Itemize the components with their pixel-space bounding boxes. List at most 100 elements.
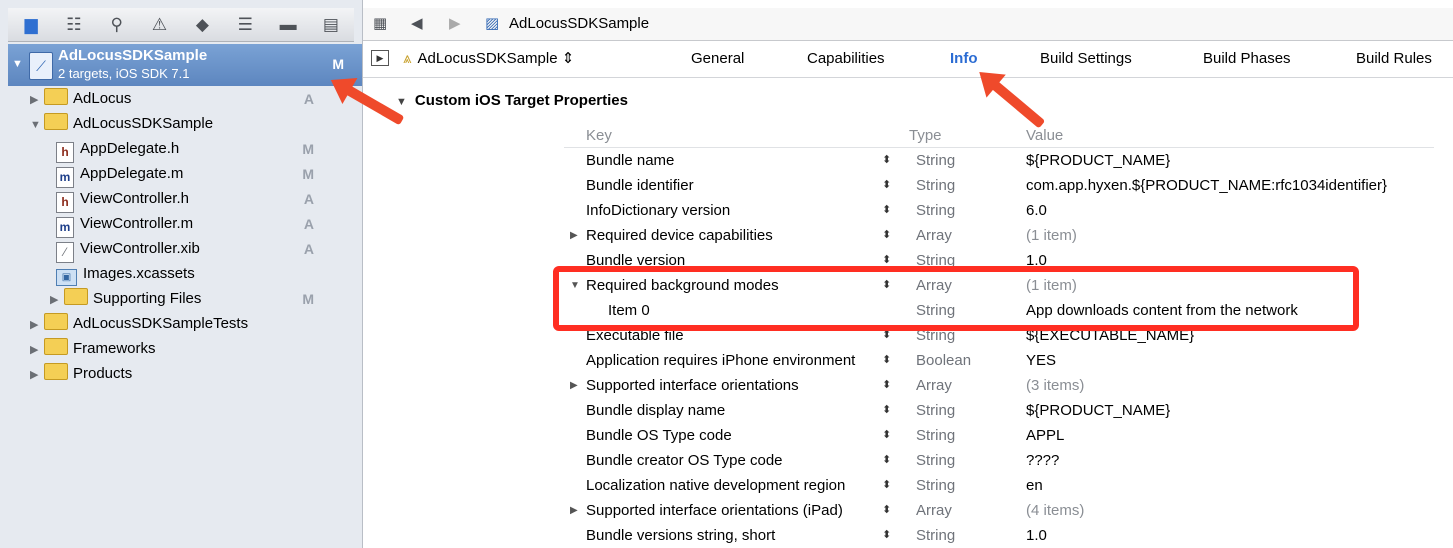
property-type[interactable]: Array <box>916 498 952 523</box>
property-row[interactable]: Bundle OS Type code ⬍ String APPL <box>564 423 1434 448</box>
jumpbar-project-crumb[interactable]: AdLocusSDKSample <box>509 8 649 40</box>
property-value[interactable]: ???? <box>1026 448 1059 473</box>
key-picker-stepper-icon[interactable]: ⬍ <box>882 198 891 223</box>
navigator-item[interactable]: m ViewController.m A <box>50 212 332 238</box>
property-type[interactable]: String <box>916 523 955 548</box>
navigator-item[interactable]: ▣ Images.xcassets <box>50 262 332 286</box>
property-value[interactable]: (4 items) <box>1026 498 1084 523</box>
property-key[interactable]: Bundle versions string, short <box>586 523 775 548</box>
disclosure-triangle-icon[interactable]: ▼ <box>12 58 23 70</box>
property-type[interactable]: String <box>916 173 955 198</box>
key-picker-stepper-icon[interactable]: ⬍ <box>882 523 891 548</box>
search-icon[interactable]: ⚲ <box>106 8 128 42</box>
tab-build-rules[interactable]: Build Rules <box>1356 41 1432 77</box>
key-picker-stepper-icon[interactable]: ⬍ <box>882 448 891 473</box>
property-key[interactable]: Bundle OS Type code <box>586 423 732 448</box>
navigator-item[interactable]: m AppDelegate.m M <box>50 162 332 188</box>
breakpoint-icon[interactable]: ▬ <box>277 8 299 42</box>
navigator-item[interactable]: ▶ AdLocusSDKSampleTests <box>30 312 332 336</box>
navigator-item[interactable]: h AppDelegate.h M <box>50 137 332 163</box>
collapsed-triangle-icon[interactable]: ▶ <box>570 498 578 523</box>
folder-icon[interactable]: ▆ <box>20 8 42 42</box>
hierarchy-icon[interactable]: ☷ <box>63 8 85 42</box>
custom-properties-section-header[interactable]: ▼ Custom iOS Target Properties <box>396 90 628 113</box>
property-value[interactable]: (3 items) <box>1026 373 1084 398</box>
key-picker-stepper-icon[interactable]: ⬍ <box>882 173 891 198</box>
property-value[interactable]: (1 item) <box>1026 223 1077 248</box>
property-row[interactable]: InfoDictionary version ⬍ String 6.0 <box>564 198 1434 223</box>
collapsed-triangle-icon[interactable]: ▶ <box>570 223 578 248</box>
log-icon[interactable]: ▤ <box>320 8 342 42</box>
property-key[interactable]: InfoDictionary version <box>586 198 730 223</box>
property-type[interactable]: String <box>916 148 955 173</box>
test-diamond-icon[interactable]: ◆ <box>191 8 213 42</box>
property-row[interactable]: Bundle creator OS Type code ⬍ String???? <box>564 448 1434 473</box>
forward-arrow-icon[interactable]: ▶ <box>449 8 461 40</box>
navigator-item[interactable]: ⁄ ViewController.xib A <box>50 237 332 263</box>
property-row[interactable]: Application requires iPhone environment ⬍… <box>564 348 1434 373</box>
property-value[interactable]: ${PRODUCT_NAME} <box>1026 398 1170 423</box>
warning-icon[interactable]: ⚠ <box>149 8 171 42</box>
target-selector[interactable]: ⩓ AdLocusSDKSample ⇕ <box>403 41 574 77</box>
property-row[interactable]: ▶ Supported interface orientations (iPad)… <box>564 498 1434 523</box>
toggle-targets-list-icon[interactable]: ▶ <box>371 50 389 66</box>
key-picker-stepper-icon[interactable]: ⬍ <box>882 348 891 373</box>
property-type[interactable]: Boolean <box>916 348 971 373</box>
collapsed-triangle-icon[interactable]: ▶ <box>30 88 44 112</box>
navigator-item[interactable]: h ViewController.h A <box>50 187 332 213</box>
property-type[interactable]: Array <box>916 223 952 248</box>
tab-build-phases[interactable]: Build Phases <box>1203 41 1291 77</box>
property-row[interactable]: Bundle versions string, short ⬍ String 1.0 <box>564 523 1434 548</box>
back-arrow-icon[interactable]: ◀ <box>411 8 423 40</box>
key-picker-stepper-icon[interactable]: ⬍ <box>882 398 891 423</box>
property-row[interactable]: Localization native development region ⬍ S… <box>564 473 1434 498</box>
property-key[interactable]: Bundle identifier <box>586 173 694 198</box>
property-value[interactable]: com.app.hyxen.${PRODUCT_NAME:rfc1034iden… <box>1026 173 1387 198</box>
collapsed-triangle-icon[interactable]: ▶ <box>30 313 44 337</box>
property-value[interactable]: YES <box>1026 348 1056 373</box>
property-type[interactable]: String <box>916 473 955 498</box>
tab-general[interactable]: General <box>691 41 744 77</box>
navigator-item[interactable]: ▶ Products <box>30 362 332 386</box>
tab-build-settings[interactable]: Build Settings <box>1040 41 1132 77</box>
key-picker-stepper-icon[interactable]: ⬍ <box>882 148 891 173</box>
property-value[interactable]: ${PRODUCT_NAME} <box>1026 148 1170 173</box>
property-row[interactable]: ▶ Required device capabilities ⬍ Array (1 it… <box>564 223 1434 248</box>
related-items-grid-icon[interactable]: ▦ <box>373 8 387 40</box>
property-value[interactable]: en <box>1026 473 1043 498</box>
property-key[interactable]: Bundle name <box>586 148 674 173</box>
key-picker-stepper-icon[interactable]: ⬍ <box>882 498 891 523</box>
property-type[interactable]: String <box>916 198 955 223</box>
collapsed-triangle-icon[interactable]: ▶ <box>570 373 578 398</box>
expanded-triangle-icon[interactable]: ▼ <box>30 113 44 137</box>
property-type[interactable]: String <box>916 398 955 423</box>
navigator-item[interactable]: ▶ Frameworks <box>30 337 332 361</box>
property-key[interactable]: Bundle display name <box>586 398 725 423</box>
project-root-row[interactable]: ▼ ⟋ AdLocusSDKSample 2 targets, iOS SDK … <box>8 44 362 86</box>
property-value[interactable]: 1.0 <box>1026 523 1047 548</box>
key-picker-stepper-icon[interactable]: ⬍ <box>882 473 891 498</box>
property-key[interactable]: Required device capabilities <box>586 223 773 248</box>
property-row[interactable]: Bundle identifier ⬍ String com.app.hyxen.${… <box>564 173 1434 198</box>
property-type[interactable]: String <box>916 423 955 448</box>
property-row[interactable]: ▶ Supported interface orientations ⬍ Array (… <box>564 373 1434 398</box>
disclosure-triangle-icon[interactable]: ▼ <box>396 96 407 108</box>
property-type[interactable]: Array <box>916 373 952 398</box>
tab-info[interactable]: Info <box>950 41 978 77</box>
property-key[interactable]: Localization native development region <box>586 473 845 498</box>
navigator-item[interactable]: ▼ AdLocusSDKSample <box>30 112 332 136</box>
key-picker-stepper-icon[interactable]: ⬍ <box>882 423 891 448</box>
column-header-value[interactable]: Value <box>1026 126 1063 146</box>
key-picker-stepper-icon[interactable]: ⬍ <box>882 223 891 248</box>
navigator-item[interactable]: ▶ AdLocus A <box>30 87 332 111</box>
property-key[interactable]: Supported interface orientations (iPad) <box>586 498 843 523</box>
property-key[interactable]: Application requires iPhone environment <box>586 348 855 373</box>
tab-capabilities[interactable]: Capabilities <box>807 41 885 77</box>
property-row[interactable]: Bundle display name ⬍ String ${PRODUCT_NAME… <box>564 398 1434 423</box>
property-type[interactable]: String <box>916 448 955 473</box>
collapsed-triangle-icon[interactable]: ▶ <box>30 363 44 387</box>
navigator-item[interactable]: ▶ Supporting Files M <box>50 287 332 311</box>
column-header-type[interactable]: Type <box>909 126 942 146</box>
property-row[interactable]: Bundle name ⬍ String ${PRODUCT_NAME} <box>564 148 1434 173</box>
collapsed-triangle-icon[interactable]: ▶ <box>50 288 64 312</box>
